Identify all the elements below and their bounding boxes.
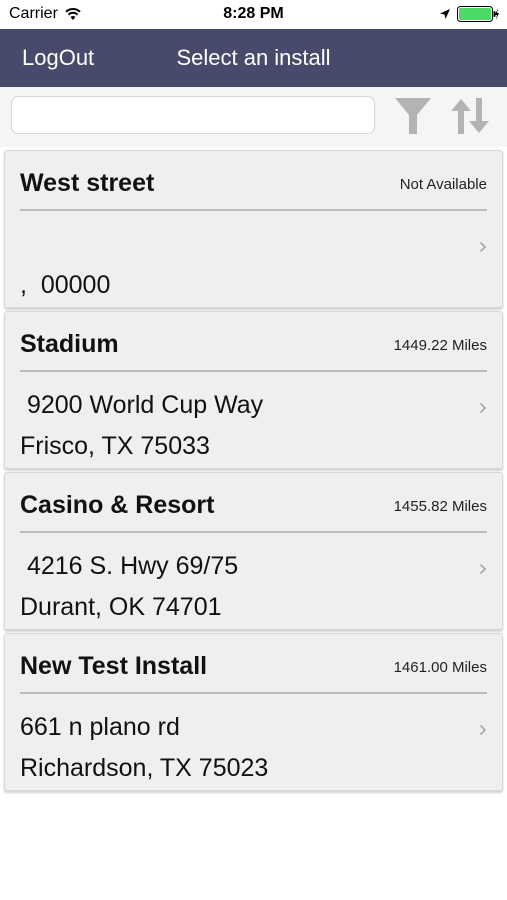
filter-icon[interactable] — [392, 95, 434, 137]
page-title: Select an install — [176, 45, 331, 70]
install-card[interactable]: Casino & Resort 1455.82 Miles 4216 S. Hw… — [4, 472, 503, 630]
install-distance: Not Available — [399, 176, 487, 193]
install-address-line1: 661 n plano rd — [20, 713, 180, 741]
install-address-line2: Durant, OK 74701 — [20, 593, 222, 621]
sort-icon[interactable] — [449, 95, 491, 137]
install-card[interactable]: New Test Install 1461.00 Miles 661 n pla… — [4, 633, 503, 791]
install-name: Stadium — [20, 330, 119, 358]
status-time: 8:28 PM — [223, 5, 284, 22]
install-list: West street Not Available , 00000 Stadiu… — [0, 147, 507, 791]
search-input[interactable] — [11, 96, 375, 134]
card-divider — [20, 531, 487, 533]
chevron-right-icon — [480, 564, 486, 574]
card-divider — [20, 692, 487, 694]
install-card[interactable]: West street Not Available , 00000 — [4, 150, 503, 308]
install-address-line2: , 00000 — [20, 271, 111, 299]
battery-charging-icon — [457, 6, 499, 22]
install-distance: 1455.82 Miles — [393, 498, 487, 515]
location-arrow-icon — [440, 9, 450, 19]
install-address-line1: 9200 World Cup Way — [20, 391, 264, 419]
install-name: New Test Install — [20, 652, 208, 680]
chevron-right-icon — [480, 725, 486, 735]
nav-bar: LogOut Select an install — [0, 29, 507, 87]
card-divider — [20, 209, 487, 211]
install-address-line1: 4216 S. Hwy 69/75 — [20, 552, 239, 580]
chevron-right-icon — [480, 403, 486, 413]
install-name: Casino & Resort — [20, 491, 215, 519]
install-distance: 1461.00 Miles — [393, 659, 487, 676]
install-distance: 1449.22 Miles — [393, 337, 487, 354]
install-address-line2: Richardson, TX 75023 — [20, 754, 269, 782]
chevron-right-icon — [480, 242, 486, 252]
install-name: West street — [20, 169, 155, 197]
search-toolbar — [0, 87, 507, 147]
status-bar: Carrier 8:28 PM — [0, 0, 507, 29]
status-right — [439, 6, 499, 22]
install-address-line2: Frisco, TX 75033 — [20, 432, 210, 460]
card-divider — [20, 370, 487, 372]
install-card[interactable]: Stadium 1449.22 Miles 9200 World Cup Way… — [4, 311, 503, 469]
